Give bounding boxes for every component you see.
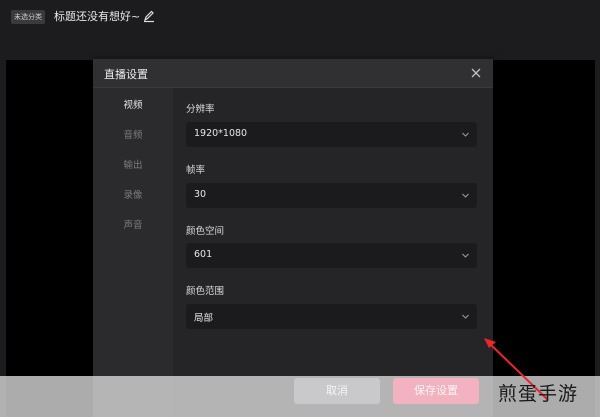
- color-range-select[interactable]: 局部: [186, 304, 477, 329]
- tab-sound[interactable]: 声音: [93, 217, 173, 231]
- tab-output[interactable]: 输出: [93, 157, 173, 171]
- top-bar: 未选分类 标题还没有想好~: [0, 0, 600, 34]
- resolution-value: 1920*1080: [194, 128, 248, 139]
- resolution-label: 分辨率: [186, 104, 215, 115]
- live-settings-dialog: 直播设置 视频 音频 输出 录像 声音 分辨率 1920*1080 帧率 30 …: [93, 59, 493, 417]
- cancel-button[interactable]: 取消: [294, 378, 380, 404]
- video-settings-panel: 分辨率 1920*1080 帧率 30 颜色空间 601 颜色范围 局部: [173, 88, 493, 417]
- framerate-value: 30: [194, 189, 207, 200]
- close-icon[interactable]: [469, 66, 483, 80]
- chevron-down-icon: [462, 253, 469, 258]
- color-range-label: 颜色范围: [186, 286, 225, 297]
- watermark: 煎蛋手游: [498, 383, 579, 405]
- framerate-select[interactable]: 30: [186, 183, 477, 208]
- stream-title[interactable]: 标题还没有想好~: [54, 9, 140, 25]
- tab-video[interactable]: 视频: [93, 97, 173, 111]
- framerate-label: 帧率: [186, 165, 206, 176]
- chevron-down-icon: [462, 314, 469, 319]
- category-tag[interactable]: 未选分类: [11, 10, 45, 24]
- color-range-value: 局部: [194, 313, 214, 324]
- tab-audio[interactable]: 音频: [93, 127, 173, 141]
- chevron-down-icon: [462, 132, 469, 137]
- edit-icon[interactable]: [143, 9, 155, 23]
- dialog-header: 直播设置: [93, 59, 493, 88]
- save-settings-button[interactable]: 保存设置: [393, 378, 479, 404]
- tab-recording[interactable]: 录像: [93, 187, 173, 201]
- color-space-label: 颜色空间: [186, 226, 225, 237]
- dialog-title: 直播设置: [104, 68, 148, 81]
- color-space-select[interactable]: 601: [186, 243, 477, 268]
- settings-sidebar: 视频 音频 输出 录像 声音: [93, 88, 173, 417]
- resolution-select[interactable]: 1920*1080: [186, 122, 477, 147]
- color-space-value: 601: [194, 249, 213, 260]
- chevron-down-icon: [462, 193, 469, 198]
